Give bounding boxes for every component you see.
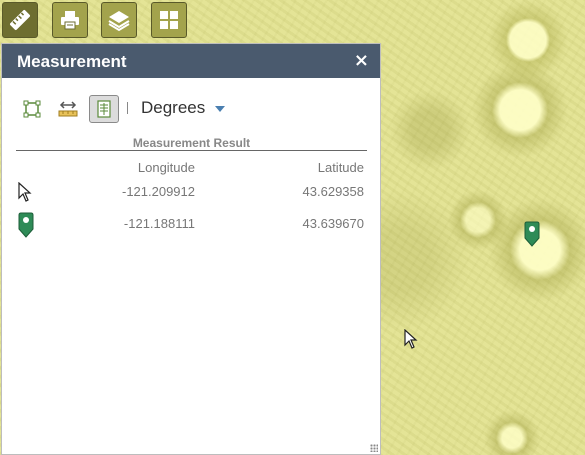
result-title: Measurement Result bbox=[132, 136, 251, 150]
map-location-pin-icon[interactable] bbox=[524, 221, 540, 251]
layers-icon bbox=[108, 11, 130, 32]
divider bbox=[16, 150, 367, 151]
latitude-column-header: Latitude bbox=[317, 160, 364, 175]
panel-header: Measurement × bbox=[2, 44, 380, 78]
cursor-icon bbox=[18, 181, 32, 206]
print-tool-button[interactable] bbox=[52, 2, 88, 38]
panel-title: Measurement bbox=[17, 52, 127, 71]
resize-handle[interactable] bbox=[370, 444, 378, 452]
printer-icon bbox=[61, 11, 79, 30]
pin-longitude: -121.188111 bbox=[123, 216, 195, 231]
longitude-column-header: Longitude bbox=[137, 160, 195, 175]
distance-icon bbox=[58, 101, 78, 117]
location-icon bbox=[97, 100, 111, 118]
layers-tool-button[interactable] bbox=[101, 2, 137, 38]
pin-latitude: 43.639670 bbox=[302, 216, 364, 231]
basemap-gallery-tool-button[interactable] bbox=[151, 2, 187, 38]
grid-icon bbox=[160, 11, 178, 29]
measurement-tool-button[interactable] bbox=[2, 2, 38, 38]
area-icon bbox=[23, 100, 41, 118]
area-mode-button[interactable] bbox=[17, 95, 47, 123]
location-mode-button[interactable] bbox=[89, 95, 119, 123]
cursor-longitude: -121.209912 bbox=[121, 184, 195, 199]
mouse-cursor-icon bbox=[404, 328, 418, 353]
toolbar-separator bbox=[127, 102, 128, 114]
ruler-icon bbox=[10, 10, 30, 30]
distance-mode-button[interactable] bbox=[53, 95, 83, 123]
chevron-down-icon[interactable] bbox=[215, 106, 225, 112]
close-button[interactable]: × bbox=[354, 50, 369, 71]
cursor-latitude: 43.629358 bbox=[302, 184, 364, 199]
unit-dropdown[interactable]: Degrees bbox=[141, 98, 205, 118]
measurement-panel: Measurement × Degrees Measurement Result… bbox=[1, 43, 381, 455]
map-pin-icon bbox=[18, 212, 34, 242]
